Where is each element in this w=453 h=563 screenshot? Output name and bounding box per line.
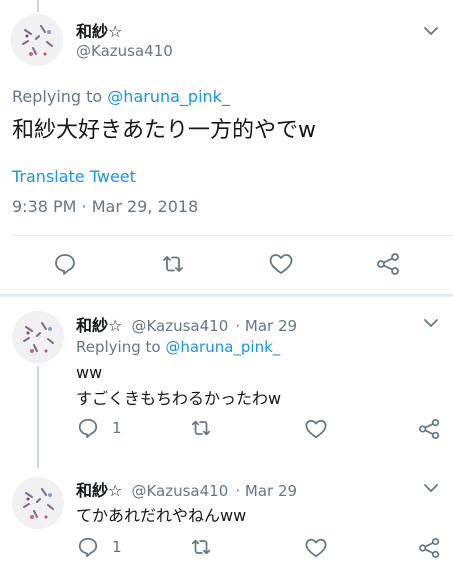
thread-line-top <box>37 0 39 12</box>
divider <box>0 294 453 297</box>
reply-count: 1 <box>112 538 122 556</box>
avatar[interactable] <box>12 477 64 529</box>
chevron-down-icon[interactable] <box>422 314 440 332</box>
reply-header: 和紗☆ @Kazusa410 · Mar 29 <box>76 477 297 501</box>
retweet-icon[interactable] <box>160 252 186 276</box>
like-icon[interactable] <box>304 418 328 440</box>
share-icon[interactable] <box>418 537 442 559</box>
reply-icon[interactable] <box>77 417 99 439</box>
display-name[interactable]: 和紗☆ <box>76 316 122 335</box>
tweet-date[interactable]: · Mar 29 <box>235 482 297 500</box>
tweet-text: てかあれだれやねんww <box>76 506 247 525</box>
retweet-icon[interactable] <box>189 417 213 439</box>
divider <box>12 235 453 236</box>
chevron-down-icon[interactable] <box>422 479 440 497</box>
like-icon[interactable] <box>268 252 294 276</box>
retweet-icon[interactable] <box>189 536 213 558</box>
avatar[interactable] <box>11 14 63 66</box>
user-handle[interactable]: @Kazusa410 <box>131 317 228 335</box>
replying-to: Replying to @haruna_pink_ <box>12 87 230 106</box>
replying-to: Replying to @haruna_pink_ <box>76 338 280 356</box>
share-icon[interactable] <box>418 418 442 440</box>
reply-icon[interactable] <box>77 536 99 558</box>
replying-to-link[interactable]: @haruna_pink_ <box>107 87 230 106</box>
thread-line <box>37 366 39 468</box>
replying-to-prefix: Replying to <box>12 87 108 106</box>
like-icon[interactable] <box>304 537 328 559</box>
avatar[interactable] <box>12 311 64 363</box>
reply-count: 1 <box>112 419 122 437</box>
tweet-timestamp[interactable]: 9:38 PM · Mar 29, 2018 <box>12 197 198 216</box>
replying-to-link[interactable]: @haruna_pink_ <box>165 338 280 356</box>
tweet-text: 和紗大好きあたり一方的やでw <box>12 118 316 143</box>
user-handle[interactable]: @Kazusa410 <box>131 482 228 500</box>
chevron-down-icon[interactable] <box>422 22 440 40</box>
display-name[interactable]: 和紗☆ <box>76 481 122 500</box>
tweet-text-line: ww <box>76 363 103 382</box>
tweet-date[interactable]: · Mar 29 <box>235 317 297 335</box>
display-name[interactable]: 和紗☆ <box>76 18 122 42</box>
translate-tweet-link[interactable]: Translate Tweet <box>12 167 136 186</box>
reply-header: 和紗☆ @Kazusa410 · Mar 29 <box>76 312 297 336</box>
replying-to-prefix: Replying to <box>76 338 166 356</box>
user-handle[interactable]: @Kazusa410 <box>76 42 173 60</box>
share-icon[interactable] <box>376 252 402 276</box>
reply-icon[interactable] <box>53 252 77 276</box>
tweet-text-line: すごくきもちわるかったわw <box>76 389 282 408</box>
